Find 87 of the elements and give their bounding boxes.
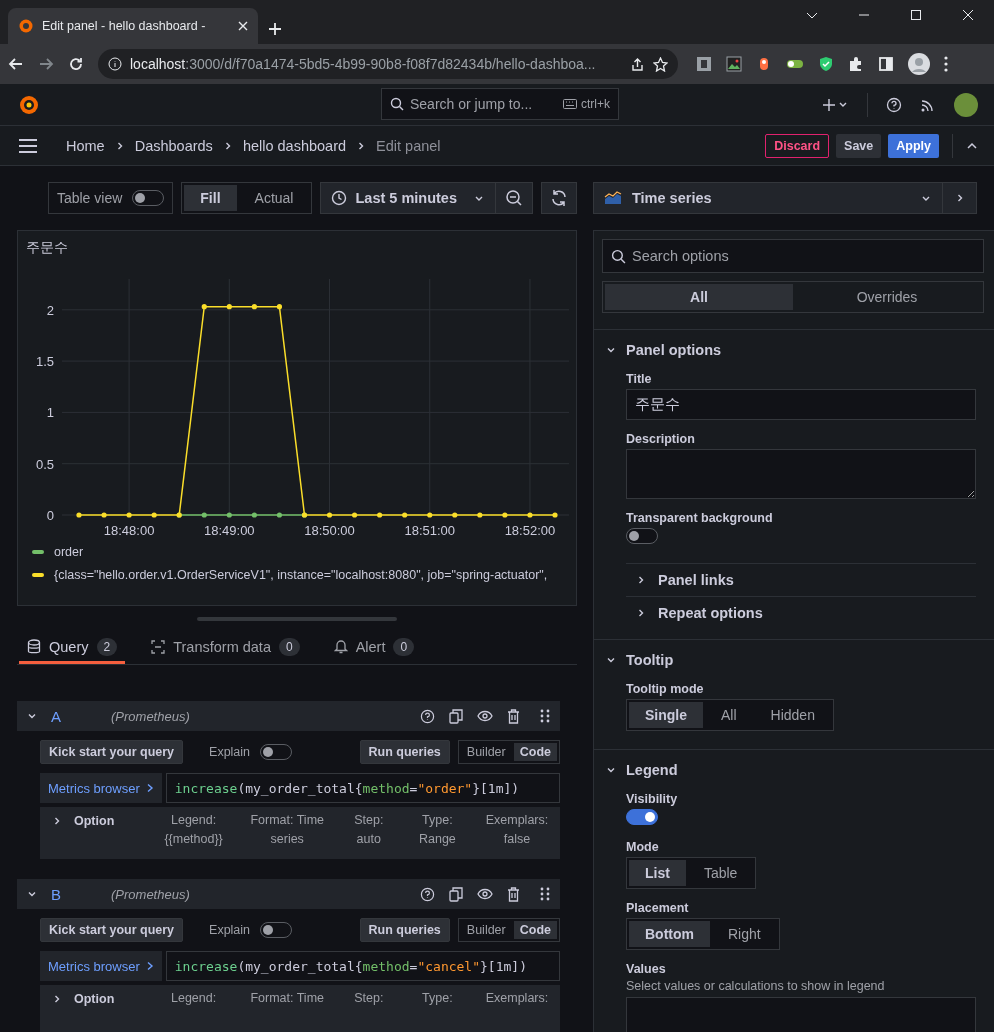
segment-option[interactable]: Table <box>687 860 754 886</box>
option-summary: Step: <box>353 990 385 1007</box>
field-label: Values <box>626 962 666 976</box>
query-tab[interactable]: Alert 0 <box>325 632 423 664</box>
collapsible-section[interactable]: Panel links <box>626 563 976 596</box>
breadcrumb-link[interactable]: hello dashboard <box>242 137 347 154</box>
option-summary: Legend: <box>170 990 218 1007</box>
option-summary: Type: Range <box>417 812 457 848</box>
field-label: Transparent background <box>626 511 773 525</box>
field-label: Tooltip mode <box>626 682 704 696</box>
x-tick-label: 18:49:00 <box>204 523 255 535</box>
option-summary: Exemplars: <box>484 990 550 1007</box>
query-tab[interactable]: Transform data 0 <box>143 632 308 664</box>
field-label: Visibility <box>626 792 678 806</box>
legend-label[interactable]: order <box>54 545 84 559</box>
segment-option[interactable]: Code <box>513 921 557 939</box>
x-tick-label: 18:51:00 <box>404 523 456 535</box>
options-toggle[interactable]: Option <box>52 991 142 1007</box>
table-view-toggle[interactable]: Table view <box>47 182 174 214</box>
segment-option[interactable]: Single <box>629 702 703 728</box>
address-bar[interactable]: localhost:3000/d/f70a1474-5bd5-4b99-90b8-f08f7d82434b/hello-dashboa... <box>98 49 678 79</box>
run-queries-button[interactable]: Run queries <box>359 918 450 942</box>
option-summary: Exemplars: false <box>484 812 550 848</box>
x-tick-label: 18:50:00 <box>304 523 355 535</box>
options-tab[interactable]: Overrides <box>793 284 981 310</box>
datasource-label: (Prometheus) <box>111 886 190 902</box>
option-summary: Format: Time <box>249 990 325 1007</box>
field-label: Description <box>626 432 695 446</box>
run-queries-button[interactable]: Run queries <box>359 740 450 764</box>
option-summary: Legend: {{method}} <box>163 812 224 848</box>
url-text: localhost:3000/d/f70a1474-5bd5-4b99-90b8-f08f7d82434b/hello-dashboa... <box>130 56 596 72</box>
section-header[interactable]: Panel options <box>606 332 722 368</box>
legend-label[interactable]: {class="hello.order.v1.OrderServiceV1", instance="localhost:8080", job="spring-actuator", <box>54 568 548 582</box>
segment-option[interactable]: Actual <box>238 185 310 211</box>
query-editor[interactable]: increase(my_order_total{method="cancel"}[1m]) <box>165 951 560 981</box>
explain-label: Explain <box>209 923 251 937</box>
section-header[interactable]: Tooltip <box>606 642 674 678</box>
tab-title: Edit panel - hello dashboard - <box>42 19 207 33</box>
segment-option[interactable]: Hidden <box>754 702 831 728</box>
query-ref: A <box>51 707 62 725</box>
options-tab[interactable]: All <box>605 284 793 310</box>
segment-option[interactable]: Bottom <box>629 921 710 947</box>
field-description: Select values or calculations to show in legend <box>626 979 886 993</box>
panel-title: 주문수 <box>26 239 68 257</box>
field-label: Mode <box>626 840 659 854</box>
search-field[interactable]: Search or jump to... ctrl+k <box>381 88 619 120</box>
y-tick-label: 0 <box>46 508 54 523</box>
options-toggle[interactable]: Option <box>52 813 142 829</box>
x-tick-label: 18:52:00 <box>504 523 556 535</box>
query-editor[interactable]: increase(my_order_total{method="order"}[1m]) <box>165 773 560 803</box>
segment-option[interactable]: Fill <box>184 185 237 211</box>
kick-start-button[interactable]: Kick start your query <box>40 740 184 764</box>
explain-label: Explain <box>209 745 251 759</box>
title-input[interactable]: 주문수 <box>626 389 976 420</box>
search-options-field[interactable]: Search options <box>602 239 984 273</box>
option-summary: Type: <box>421 990 454 1007</box>
breadcrumb-link[interactable]: Home <box>66 137 105 154</box>
browser-tab[interactable]: Edit panel - hello dashboard - <box>8 8 258 44</box>
action-button[interactable]: Discard <box>765 133 830 158</box>
segment-option[interactable]: Code <box>513 743 557 761</box>
action-button[interactable]: Apply <box>888 133 939 158</box>
option-summary: Format: Time series <box>249 812 325 848</box>
breadcrumb-link[interactable]: Edit panel <box>376 137 441 154</box>
collapsible-section[interactable]: Repeat options <box>626 596 976 629</box>
section-header[interactable]: Legend <box>606 752 678 788</box>
segment-option[interactable]: List <box>629 860 686 886</box>
option-summary: Step: auto <box>353 812 385 848</box>
breadcrumb-link[interactable]: Dashboards <box>134 137 213 154</box>
segment-option[interactable]: All <box>705 702 753 728</box>
datasource-label: (Prometheus) <box>111 708 190 724</box>
visualization-picker[interactable]: Time series <box>593 182 943 214</box>
query-ref: B <box>51 885 62 903</box>
segment-option[interactable]: Builder <box>460 921 512 939</box>
action-button[interactable]: Save <box>836 133 882 158</box>
y-tick-label: 2 <box>46 302 54 318</box>
segment-option[interactable]: Right <box>712 921 777 947</box>
y-tick-label: 1 <box>46 405 54 421</box>
x-tick-label: 18:48:00 <box>103 523 155 535</box>
y-tick-label: 1.5 <box>35 354 54 370</box>
metrics-browser-button[interactable]: Metrics browser <box>40 951 162 981</box>
metrics-browser-button[interactable]: Metrics browser <box>40 773 162 803</box>
field-label: Title <box>626 372 652 386</box>
query-tab[interactable]: Query 2 <box>19 632 126 664</box>
y-tick-label: 0.5 <box>35 456 54 472</box>
segment-option[interactable]: Builder <box>460 743 512 761</box>
kick-start-button[interactable]: Kick start your query <box>40 918 184 942</box>
field-label: Placement <box>626 901 689 915</box>
